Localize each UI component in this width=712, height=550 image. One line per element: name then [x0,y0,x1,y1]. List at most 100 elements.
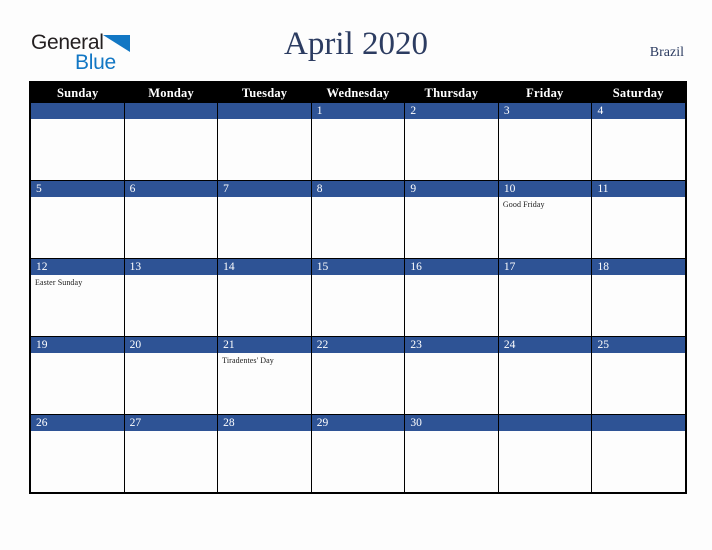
day-body[interactable] [31,119,124,179]
day-body[interactable] [312,119,405,179]
day-cell[interactable]: 30 [405,415,499,492]
day-body[interactable] [125,119,218,179]
day-body[interactable] [499,431,592,491]
day-number: 27 [124,415,218,431]
day-cell[interactable]: 27 [124,415,219,492]
day-body[interactable] [125,431,218,491]
day-body[interactable] [31,197,124,257]
day-body[interactable] [592,275,685,335]
week-row: 1 2 3 4 [31,103,686,180]
day-body[interactable] [218,431,311,491]
day-number: 18 [592,259,686,275]
day-cell[interactable]: 6 [124,181,219,258]
week-row: 12 Easter Sunday 13 14 15 16 17 18 [31,258,686,336]
day-body[interactable] [218,197,311,257]
day-body[interactable] [125,275,218,335]
day-cell[interactable]: 4 [592,103,686,180]
day-number [592,415,686,431]
calendar-grid: Sunday Monday Tuesday Wednesday Thursday… [29,81,687,494]
day-cell[interactable] [218,103,312,180]
day-number: 11 [592,181,686,197]
weekday-friday: Friday [526,86,564,100]
day-body[interactable] [312,197,405,257]
day-number: 21 [218,337,311,353]
day-number: 1 [311,103,405,119]
weekday-header-row: Sunday Monday Tuesday Wednesday Thursday… [31,83,685,103]
day-number: 23 [405,337,498,353]
day-body[interactable] [312,275,405,335]
day-cell[interactable]: 28 [218,415,312,492]
day-cell[interactable]: 10 Good Friday [498,181,593,258]
day-body[interactable] [125,353,218,413]
day-cell[interactable]: 20 [124,337,219,414]
weekday-saturday: Saturday [612,86,664,100]
day-cell[interactable]: 18 [592,259,686,336]
day-cell[interactable]: 21 Tiradentes' Day [218,337,312,414]
day-number [218,103,311,119]
day-cell[interactable]: 25 [592,337,686,414]
weekday-sunday: Sunday [56,86,99,100]
day-body[interactable] [218,275,311,335]
day-cell[interactable]: 23 [405,337,499,414]
day-number: 8 [311,181,405,197]
day-body[interactable]: Easter Sunday [31,275,124,335]
day-body[interactable] [592,353,685,413]
day-body[interactable] [312,431,405,491]
day-body[interactable] [405,275,498,335]
day-body[interactable] [499,119,592,179]
day-body[interactable] [405,431,498,491]
day-cell[interactable]: 5 [31,181,125,258]
day-cell[interactable]: 2 [405,103,499,180]
day-number: 10 [498,181,592,197]
day-cell[interactable]: 1 [311,103,406,180]
day-body[interactable] [592,119,685,179]
day-number: 9 [405,181,498,197]
day-cell[interactable]: 3 [498,103,593,180]
day-cell[interactable]: 13 [124,259,219,336]
day-body[interactable] [31,431,124,491]
day-number: 3 [498,103,592,119]
day-number: 25 [592,337,686,353]
day-cell[interactable] [124,103,219,180]
day-body[interactable] [405,119,498,179]
day-body[interactable] [405,353,498,413]
event-label: Easter Sunday [35,278,83,287]
day-cell[interactable] [498,415,593,492]
day-number: 6 [124,181,218,197]
day-cell[interactable]: 11 [592,181,686,258]
day-body[interactable]: Good Friday [499,197,592,257]
day-body[interactable] [312,353,405,413]
day-number: 4 [592,103,686,119]
day-body[interactable] [31,353,124,413]
day-body[interactable] [125,197,218,257]
day-body[interactable] [499,353,592,413]
day-cell[interactable]: 8 [311,181,406,258]
day-number [31,103,124,119]
day-cell[interactable]: 7 [218,181,312,258]
day-cell[interactable]: 12 Easter Sunday [31,259,125,336]
day-cell[interactable]: 9 [405,181,499,258]
day-cell[interactable] [31,103,125,180]
day-cell[interactable]: 29 [311,415,406,492]
day-number [498,415,592,431]
country-label: Brazil [649,45,684,60]
calendar-page: General Blue April 2020 Brazil Sunday Mo… [0,0,712,550]
day-number: 12 [31,259,124,275]
day-cell[interactable]: 26 [31,415,125,492]
day-body[interactable]: Tiradentes' Day [218,353,311,413]
day-cell[interactable]: 24 [498,337,593,414]
day-cell[interactable]: 19 [31,337,125,414]
event-label: Good Friday [502,200,545,209]
day-cell[interactable]: 17 [498,259,593,336]
day-cell[interactable]: 22 [311,337,406,414]
day-body[interactable] [592,197,685,257]
day-body[interactable] [218,119,311,179]
day-body[interactable] [592,431,685,491]
day-body[interactable] [499,275,592,335]
day-cell[interactable]: 14 [218,259,312,336]
day-body[interactable] [405,197,498,257]
day-cell[interactable]: 16 [405,259,499,336]
weekday-wednesday: Wednesday [326,86,390,100]
day-cell[interactable]: 15 [311,259,406,336]
day-cell[interactable] [592,415,686,492]
